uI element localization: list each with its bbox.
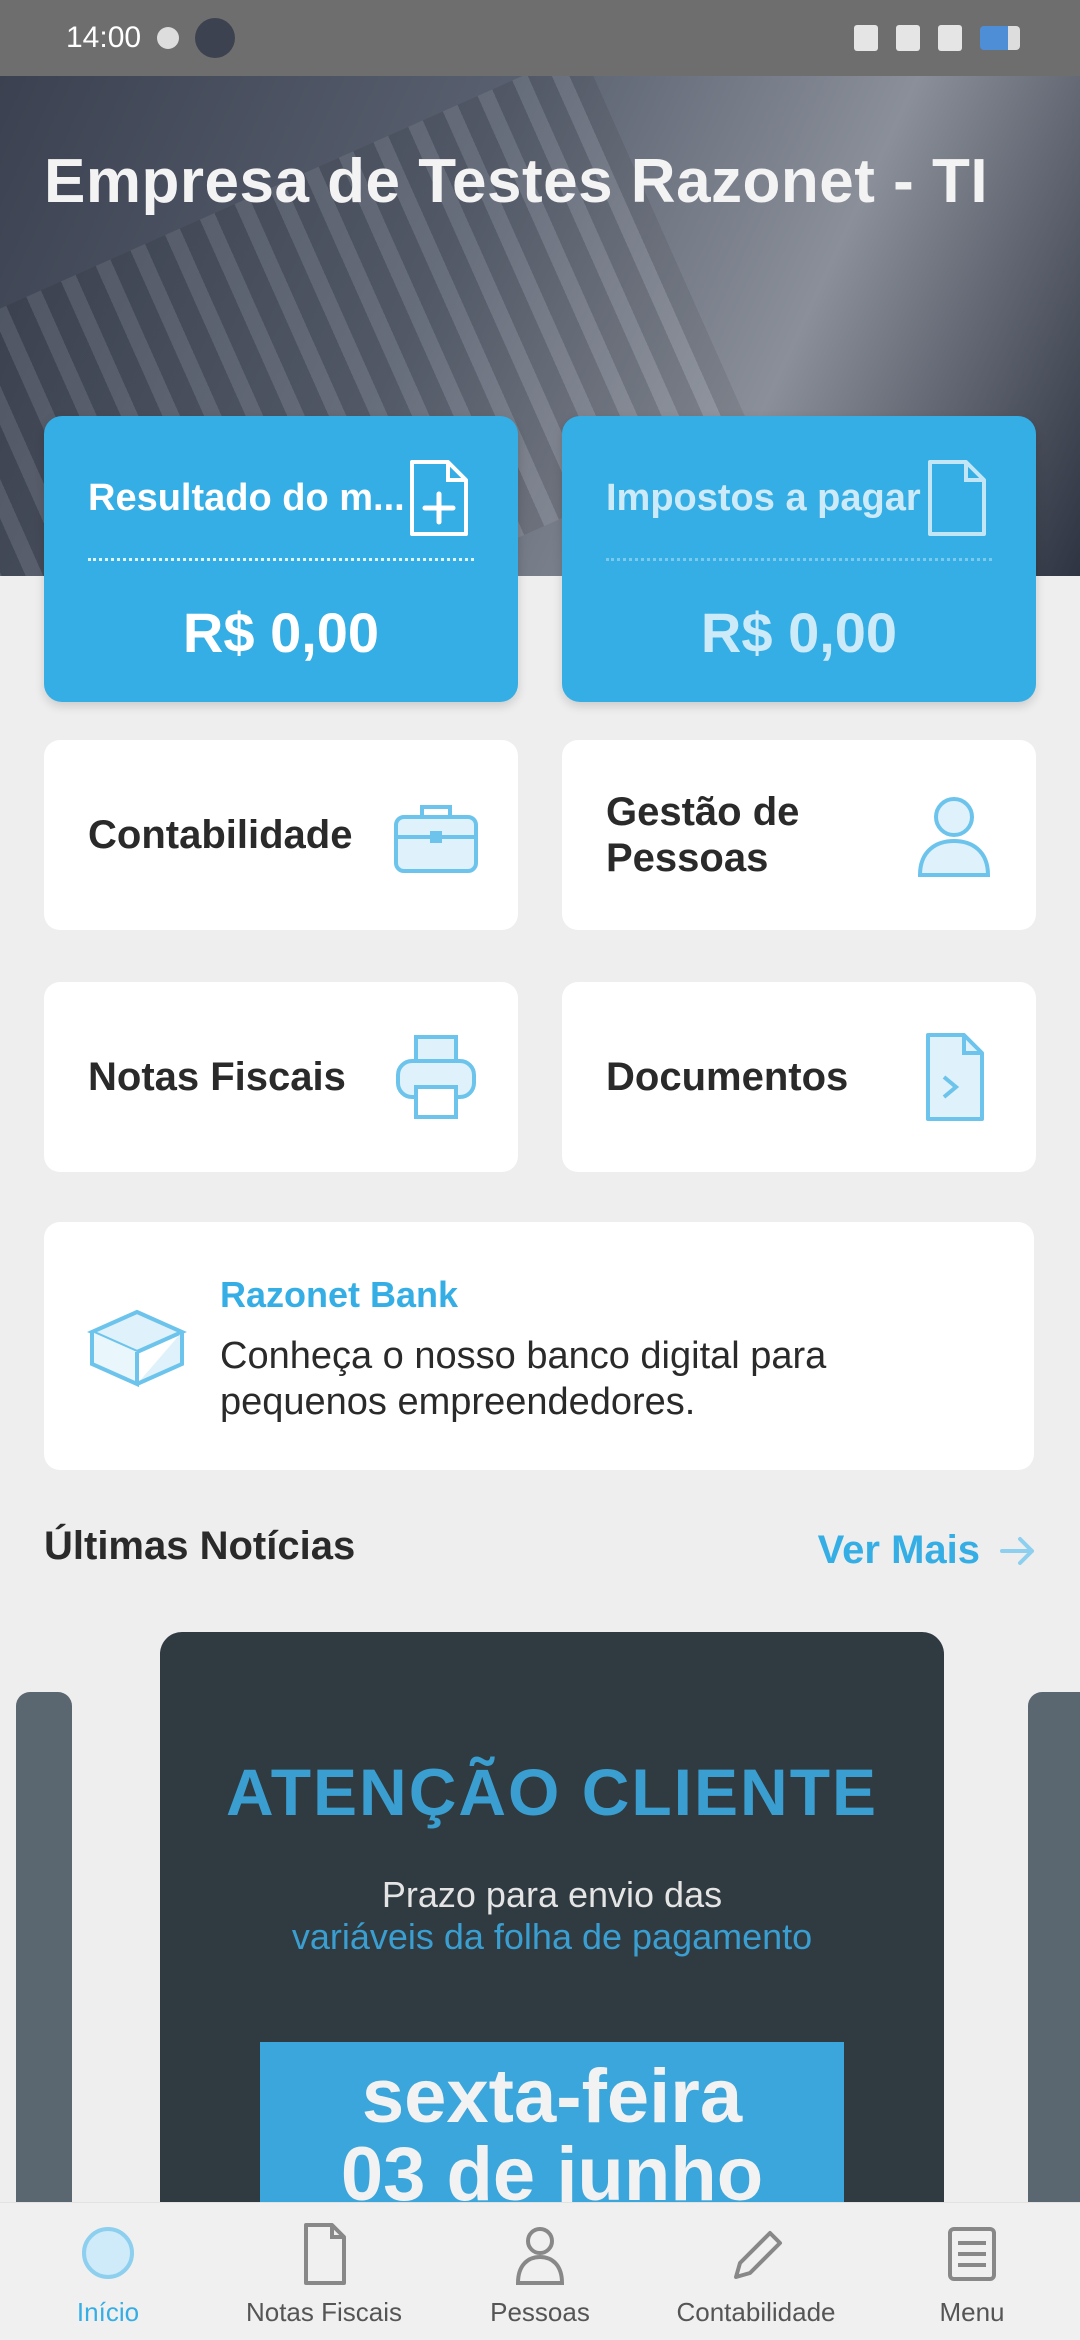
nav-contabilidade-label: Contabilidade: [676, 2297, 836, 2327]
tile-notas-fiscais-label: Notas Fiscais: [88, 1055, 346, 1099]
wifi-icon: [938, 25, 962, 51]
tile-gestao-pessoas-label: Gestão de Pessoas: [606, 790, 800, 880]
nav-inicio[interactable]: Início: [0, 2203, 216, 2340]
status-time: 14:00: [66, 21, 142, 54]
printer-icon: [396, 1035, 476, 1119]
nav-notas-fiscais-label: Notas Fiscais: [245, 2297, 403, 2327]
company-name: Empresa de Testes Razonet - TI: [44, 147, 989, 216]
tile-documentos-label: Documentos: [606, 1055, 849, 1099]
tile-contabilidade[interactable]: Contabilidade: [44, 740, 518, 930]
file-icon: [928, 460, 986, 536]
tile-contabilidade-label: Contabilidade: [88, 813, 353, 857]
signal-icon: [896, 25, 920, 51]
nav-menu[interactable]: Menu: [864, 2203, 1080, 2340]
news-card-line1: Prazo para envio das: [381, 1874, 723, 1915]
pencil-icon: [734, 2231, 782, 2279]
nav-contabilidade[interactable]: Contabilidade: [648, 2203, 864, 2340]
home-icon: [82, 2227, 134, 2279]
result-card-label: Resultado do m...: [88, 476, 405, 519]
news-card-line2: variáveis da folha de pagamento: [291, 1916, 813, 1957]
promo-title: Razonet Bank: [220, 1274, 459, 1315]
taxes-card[interactable]: Impostos a pagar R$ 0,00: [562, 416, 1036, 702]
nav-menu-label: Menu: [939, 2297, 1005, 2327]
status-bar: 14:00: [0, 0, 1080, 76]
menu-icon: [948, 2227, 996, 2281]
nav-inicio-label: Início: [76, 2297, 140, 2327]
razonet-bank-banner[interactable]: Razonet Bank Conheça o nosso banco digit…: [44, 1222, 1034, 1470]
promo-description: Conheça o nosso banco digital para peque…: [220, 1335, 827, 1423]
vibrate-icon: [854, 25, 878, 51]
news-card-title: ATENÇÃO CLIENTE: [225, 1755, 879, 1829]
tile-gestao-pessoas[interactable]: Gestão de Pessoas: [562, 740, 1036, 930]
person-icon: [917, 797, 991, 877]
nav-pessoas[interactable]: Pessoas: [432, 2203, 648, 2340]
box-icon: [87, 1309, 187, 1388]
bottom-navigation: Início Notas Fiscais Pessoas Contabilida…: [0, 2202, 1080, 2340]
taxes-card-value: R$ 0,00: [700, 601, 898, 664]
tile-documentos[interactable]: Documentos: [562, 982, 1036, 1172]
news-card-date-line1: sexta-feira: [361, 2054, 743, 2139]
battery-icon: [980, 26, 1020, 50]
see-more-link[interactable]: Ver Mais: [818, 1528, 1040, 1573]
file-plus-icon: [410, 460, 468, 536]
result-card-divider: [88, 558, 474, 561]
app-notification-icon: [195, 18, 236, 58]
result-card-value: R$ 0,00: [182, 601, 380, 664]
people-icon: [515, 2227, 565, 2285]
notification-dot-icon: [157, 27, 180, 49]
nav-notas-fiscais[interactable]: Notas Fiscais: [216, 2203, 432, 2340]
news-heading: Últimas Notícias: [44, 1524, 356, 1568]
tile-notas-fiscais[interactable]: Notas Fiscais: [44, 982, 518, 1172]
document-icon: [926, 1033, 984, 1121]
taxes-card-label: Impostos a pagar: [606, 476, 921, 519]
arrow-right-icon: [1000, 1536, 1034, 1565]
briefcase-icon: [394, 805, 478, 873]
taxes-card-divider: [606, 558, 992, 561]
nav-pessoas-label: Pessoas: [490, 2297, 590, 2327]
see-more-label: Ver Mais: [817, 1528, 980, 1572]
invoice-icon: [304, 2223, 346, 2285]
result-card[interactable]: Resultado do m... R$ 0,00: [44, 416, 518, 702]
